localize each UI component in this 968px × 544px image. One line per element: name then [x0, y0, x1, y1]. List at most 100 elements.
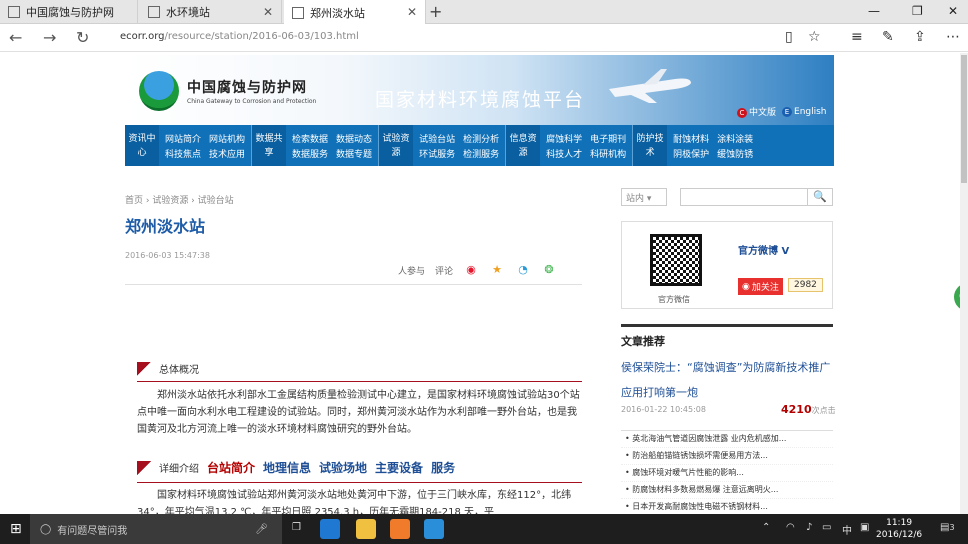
menu-head[interactable]: 数据共享 [252, 125, 287, 166]
flag-icon [137, 361, 151, 376]
tab-equipment[interactable]: 主要设备 [375, 459, 423, 476]
menu-item[interactable]: 技术应用 [209, 147, 245, 160]
recommend-title[interactable]: 侯保荣院士：“腐蚀调查”为防腐新技术推广应用打响第一炮 [621, 355, 833, 405]
mic-icon[interactable]: 🎤︎ [255, 524, 268, 535]
social-box: 官方微信 官方微博 V ◉ 加关注 2982 [621, 221, 833, 309]
menu-item[interactable]: 检测服务 [463, 147, 499, 160]
ime-indicator[interactable]: 中 [842, 522, 852, 537]
menu-item[interactable]: 数据专题 [336, 147, 372, 160]
menu-item[interactable]: 数据服务 [292, 147, 328, 160]
detail-section-head: 详细介绍 台站简介 地理信息 试验场地 主要设备 服务 [137, 459, 455, 476]
web-note-icon[interactable]: ✎ [882, 29, 894, 45]
cortana-search[interactable]: ◯ 有问题尽管问我 🎤︎ [30, 514, 282, 544]
weibo-icon: ◉ [742, 281, 750, 292]
menu-item[interactable]: 检测分析 [463, 132, 499, 145]
list-item[interactable]: • 腐蚀环境对暖气片性能的影响... [621, 465, 833, 482]
share-icon[interactable]: ⇪ [914, 29, 926, 45]
follow-button[interactable]: ◉ 加关注 [738, 278, 783, 295]
tab-zhengzhou-station[interactable]: 郑州淡水站 ✕ [284, 0, 426, 25]
tab-water-station[interactable]: 水环境站 ✕ [140, 0, 282, 24]
close-window-icon[interactable]: ✕ [948, 4, 958, 18]
menu-item[interactable]: 环试服务 [419, 147, 455, 160]
star-share-icon[interactable]: ★ [489, 263, 505, 277]
tencent-weibo-icon[interactable]: ◔ [515, 263, 531, 277]
tab-title: 水环境站 [166, 6, 210, 19]
menu-item[interactable]: 科技人才 [546, 147, 582, 160]
wechat-icon[interactable]: ❂ [541, 263, 557, 277]
search-icon[interactable]: 🔍 [808, 188, 833, 206]
menu-item[interactable]: 网站简介 [165, 132, 201, 145]
breadcrumb[interactable]: 首页 › 试验资源 › 试验台站 [125, 193, 234, 206]
search-input[interactable] [680, 188, 808, 206]
task-view-icon[interactable]: ❒ [292, 522, 301, 533]
close-icon[interactable]: ✕ [407, 5, 417, 19]
edge-app-icon[interactable] [320, 519, 340, 539]
list-item[interactable]: • 防治船舶锚链锈蚀损坏需便易用方法... [621, 448, 833, 465]
reading-view-icon[interactable]: ▯ [785, 29, 793, 45]
menu-item[interactable]: 腐蚀科学 [546, 132, 582, 145]
menu-item[interactable]: 阴极保护 [673, 147, 709, 160]
hub-icon[interactable]: ≡ [851, 29, 863, 45]
main-menu: 资讯中心 网站简介 网站机构 科技焦点 技术应用 数据共享 检索数据 数据动态 数据服务数… [125, 125, 834, 166]
menu-head[interactable]: 资讯中心 [125, 125, 159, 166]
scrollbar-thumb[interactable] [961, 55, 967, 183]
scrollbar[interactable] [960, 53, 968, 514]
windows-start-icon[interactable]: ⊞ [10, 521, 22, 537]
more-icon[interactable]: ⋯ [946, 29, 960, 45]
menu-item[interactable]: 涂料涂装 [717, 132, 753, 145]
new-tab-icon[interactable]: + [429, 2, 442, 21]
menu-section-data: 数据共享 检索数据 数据动态 数据服务 数据专题 [252, 125, 380, 166]
tab-home[interactable]: 中国腐蚀与防护网 [0, 0, 138, 24]
menu-item[interactable]: 耐蚀材料 [673, 132, 709, 145]
lang-cn-link[interactable]: C 中文版 [737, 105, 776, 118]
menu-item[interactable]: 检索数据 [292, 132, 328, 145]
platform-title: 国家材料环境腐蚀平台 [375, 89, 586, 111]
explorer-app-icon[interactable] [356, 519, 376, 539]
minimize-icon[interactable]: — [868, 4, 880, 18]
tab-geo-info[interactable]: 地理信息 [263, 459, 311, 476]
participants-link[interactable]: 人参与 [398, 264, 425, 277]
comments-link[interactable]: 评论 [435, 264, 453, 277]
menu-head[interactable]: 防护技术 [633, 125, 668, 166]
close-icon[interactable]: ✕ [263, 5, 273, 19]
volume-icon[interactable]: ♪ [806, 522, 812, 533]
menu-item[interactable]: 试验台站 [419, 132, 455, 145]
refresh-icon[interactable]: ↻ [76, 28, 89, 47]
menu-item[interactable]: 数据动态 [336, 132, 372, 145]
wifi-icon[interactable]: ◠ [786, 522, 795, 533]
menu-item[interactable]: 科技焦点 [165, 147, 201, 160]
ppt-app-icon[interactable] [390, 519, 410, 539]
menu-item[interactable]: 科研机构 [590, 147, 626, 160]
lang-en-link[interactable]: E English [782, 106, 827, 117]
back-icon[interactable]: ← [9, 28, 22, 47]
list-item[interactable]: • 防腐蚀材料多数易燃易爆 注意远离明火... [621, 482, 833, 499]
wechat-qr-code [650, 234, 702, 286]
favorite-star-icon[interactable]: ☆ [808, 29, 821, 45]
menu-item[interactable]: 网站机构 [209, 132, 245, 145]
tab-service[interactable]: 服务 [431, 459, 455, 476]
site-logo[interactable] [139, 71, 179, 111]
list-item[interactable]: • 日本开发高耐腐蚀性电磁不锈钢材料... [621, 499, 833, 514]
people-icon[interactable]: ⌃ [762, 522, 770, 533]
input-method-icon[interactable]: ▣ [860, 522, 869, 533]
url-field[interactable]: ecorr.org/resource/station/2016-06-03/10… [120, 31, 359, 42]
list-item[interactable]: • 英北海油气管道因腐蚀泄露 业内危机感加... [621, 431, 833, 448]
forward-icon[interactable]: → [43, 28, 56, 47]
notification-icon[interactable]: ▤3 [940, 522, 955, 533]
restore-icon[interactable]: ❐ [912, 4, 923, 18]
tab-station-intro[interactable]: 台站简介 [207, 459, 255, 476]
tab-bar: 中国腐蚀与防护网 水环境站 ✕ 郑州淡水站 ✕ + — ❐ ✕ [0, 0, 968, 25]
search-scope-select[interactable]: 站内 ▾ [621, 188, 667, 206]
weibo-title[interactable]: 官方微博 V [738, 242, 789, 257]
writer-app-icon[interactable] [424, 519, 444, 539]
page-icon [292, 6, 304, 19]
menu-head[interactable]: 试验资源 [379, 125, 414, 166]
site-subtitle: China Gateway to Corrosion and Protectio… [187, 98, 317, 105]
menu-head[interactable]: 信息资源 [506, 125, 541, 166]
weibo-icon[interactable]: ◉ [463, 263, 479, 277]
clock[interactable]: 11:19 2016/12/6 [876, 517, 922, 541]
keyboard-icon[interactable]: ▭ [822, 522, 831, 533]
menu-item[interactable]: 缓蚀防锈 [717, 147, 753, 160]
tab-test-site[interactable]: 试验场地 [319, 459, 367, 476]
menu-item[interactable]: 电子期刊 [590, 132, 626, 145]
